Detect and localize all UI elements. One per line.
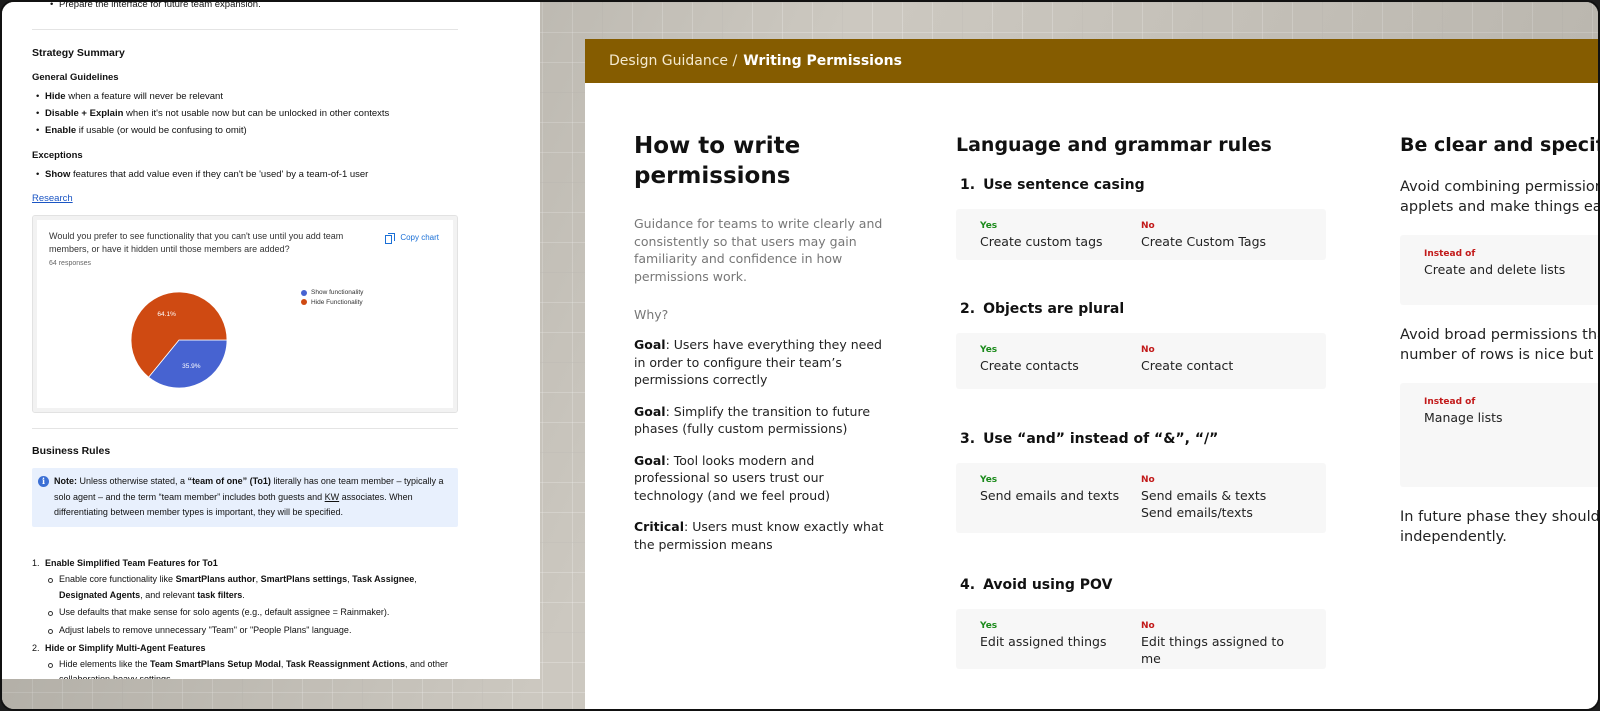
copy-icon [385,233,396,244]
research-link[interactable]: Research [32,193,73,204]
yes-example: Create custom tags [980,234,1103,249]
instead-example: Create and delete lists [1424,262,1566,277]
no-example: Send emails/texts [1141,505,1253,520]
list-item: Adjust labels to remove unnecessary "Tea… [32,623,458,639]
intro-column: How to write permissions Guidance for te… [634,83,884,553]
example-box: Yes Create custom tags No Create Custom Ta… [956,209,1326,260]
section-title: Business Rules [32,445,111,458]
list-item: 1. Enable Simplified Team Features for To… [32,558,218,569]
rule-block: 3. Use “and” instead of “&”, “/” Yes Send … [956,431,1326,533]
rule-title: 2. Objects are plural [960,301,1125,317]
rule-title: 4. Avoid using POV [960,577,1113,593]
example-box: Yes Create contacts No Create contact [956,333,1326,389]
pie-slice-label: 35.9% [182,363,201,370]
divider [32,29,458,30]
rule-block: 2. Objects are plural Yes Create contacts … [956,301,1326,389]
info-icon: i [38,475,49,487]
body-text: In future phase they should beindependen… [1400,509,1600,545]
list-item: Show features that add value even if the… [32,167,458,182]
intro-text: Guidance for teams to write clearly and … [634,216,883,284]
screen: Prepare the interface for future team ex… [0,0,1600,711]
chart-legend: Show functionality Hide Functionality [301,288,363,307]
legend-item: Show functionality [301,288,363,297]
instead-example: Manage lists [1424,410,1503,425]
list-item: Enable core functionality like SmartPlan… [32,572,458,604]
guidelines-list: Hide when a feature will never be releva… [32,89,458,139]
subsection-title: Exceptions [32,149,83,161]
no-label: No [1141,221,1155,231]
no-example: Edit things assigned to me [1141,634,1284,666]
yes-example: Send emails and texts [980,488,1120,503]
goal-item: Goal: Simplify the transition to future … [634,403,871,437]
list-item: Use defaults that make sense for solo ag… [32,605,458,621]
business-rules-list: 1. Enable Simplified Team Features for To… [32,556,458,679]
section-title: Strategy Summary [32,47,125,59]
list-item: Disable + Explain when it's not usable n… [32,106,458,121]
section-heading: Be clear and specific [1400,134,1600,156]
legend-swatch [301,299,307,306]
design-guidance-page: Design Guidance / Writing Permissions Ho… [585,39,1600,709]
list-item: Prepare the interface for future team ex… [46,2,261,12]
survey-chart-card: Would you prefer to see functionality th… [32,215,458,414]
rule-title: 1. Use sentence casing [960,177,1145,193]
instead-label: Instead of [1424,249,1476,259]
page-title: Writing Permissions [743,53,902,69]
rule-block: 1. Use sentence casing Yes Create custom t… [956,177,1326,260]
body-text: Avoid broad permissions that r number of … [1400,327,1600,363]
example-box: Yes Send emails and texts No Send emails &… [956,463,1326,533]
list-item: Hide elements like the Team SmartPlans S… [32,657,458,679]
legend-swatch [301,289,307,296]
why-label: Why? [634,307,669,322]
instead-of-box: Instead of Create and delete lists [1400,235,1598,305]
no-example: Create Custom Tags [1141,234,1267,249]
section-heading: How to write permissions [634,133,801,189]
pie-slice-label: 64.1% [157,311,176,318]
pie-chart: 35.9% 64.1% [130,291,228,389]
example-box: Yes Edit assigned things No Edit things as… [956,609,1326,669]
rule-title: 3. Use “and” instead of “&”, “/” [960,431,1219,447]
rule-block: 4. Avoid using POV Yes Edit assigned thing… [956,577,1326,669]
clarity-column: Be clear and specific Avoid combining pe… [1400,83,1600,547]
yes-label: Yes [980,221,998,231]
no-example: Send emails & texts [1141,488,1267,503]
guide-header: Design Guidance / Writing Permissions [585,39,1598,83]
goal-item: Goal: Tool looks modern and professional… [634,452,831,503]
divider [32,428,458,430]
goal-item: Critical: Users must know exactly what t… [634,519,884,552]
chart-question: Would you prefer to see functionality th… [49,231,344,255]
legend-item: Hide Functionality [301,298,363,307]
list-item: Enable if usable (or would be confusing … [32,123,458,138]
copy-chart-button[interactable]: Copy chart [385,232,439,245]
instead-of-box: Instead of Manage lists [1400,383,1598,487]
goal-item: Goal: Users have everything they need in… [634,337,882,387]
yes-example: Edit assigned things [980,634,1107,649]
yes-example: Create contacts [980,358,1079,373]
subsection-title: General Guidelines [32,71,119,83]
body-text: Avoid combining permissions. applets and… [1400,179,1600,215]
note-callout: i Note: Unless otherwise stated, a “team… [32,467,458,528]
grammar-rules-column: Language and grammar rules 1. Use sentenc… [956,83,1326,669]
list-item: 2. Hide or Simplify Multi-Agent Features [32,642,206,653]
section-heading: Language and grammar rules [956,134,1272,156]
chart-response-count: 64 responses [49,260,92,268]
no-example: Create contact [1141,358,1234,373]
list-item: Hide when a feature will never be releva… [32,89,458,104]
strategy-document: Prepare the interface for future team ex… [2,2,540,679]
breadcrumb[interactable]: Design Guidance / [609,53,737,69]
